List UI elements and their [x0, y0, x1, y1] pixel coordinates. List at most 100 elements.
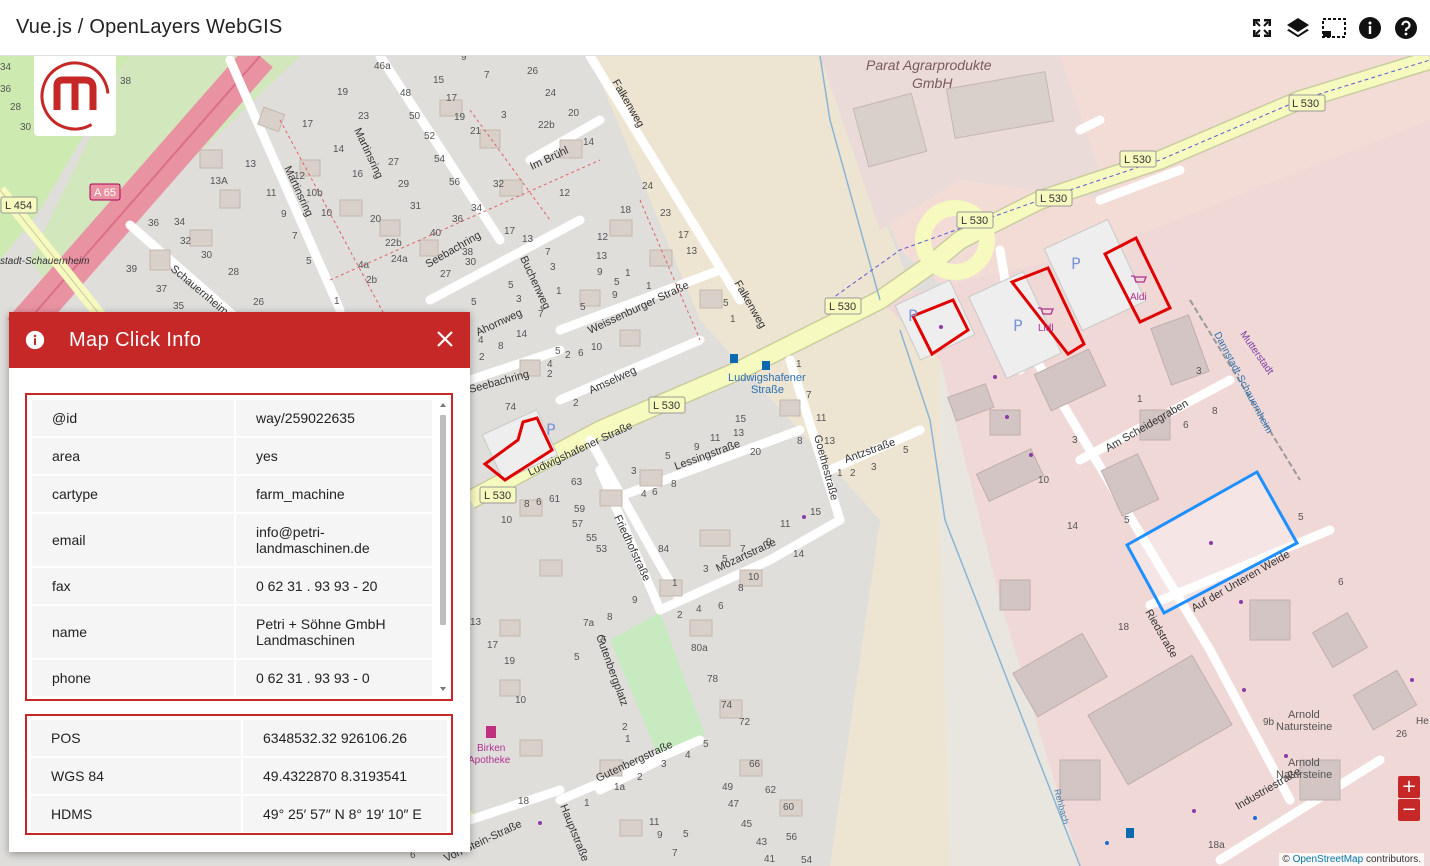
svg-text:36: 36 — [148, 218, 160, 229]
logo-m-icon — [40, 61, 110, 131]
svg-text:32: 32 — [180, 236, 192, 247]
svg-text:2: 2 — [850, 468, 856, 479]
svg-text:15: 15 — [810, 507, 822, 518]
layers-button[interactable] — [1284, 12, 1312, 44]
svg-text:6: 6 — [718, 601, 724, 612]
svg-text:6: 6 — [652, 487, 658, 498]
property-key: cartype — [32, 476, 234, 512]
svg-text:4a: 4a — [358, 260, 370, 271]
svg-text:11: 11 — [816, 413, 827, 424]
svg-text:28: 28 — [10, 102, 22, 113]
svg-text:9: 9 — [612, 290, 618, 301]
svg-text:26: 26 — [253, 297, 265, 308]
svg-text:38: 38 — [120, 76, 132, 87]
svg-text:23: 23 — [358, 111, 370, 122]
svg-text:60: 60 — [783, 802, 795, 813]
svg-text:2: 2 — [637, 772, 643, 783]
scrollbar[interactable] — [438, 401, 448, 693]
svg-text:10: 10 — [748, 572, 760, 583]
top-bar: Vue.js / OpenLayers WebGIS — [0, 0, 1430, 56]
panel-header: Map Click Info — [9, 312, 470, 368]
map-label-road: L 530 — [484, 490, 511, 502]
svg-text:5: 5 — [614, 277, 620, 288]
svg-text:8: 8 — [797, 436, 803, 447]
svg-text:56: 56 — [449, 177, 461, 188]
svg-text:27: 27 — [388, 157, 400, 168]
property-value: 0 62 31 . 93 93 - 0 — [236, 660, 432, 696]
osm-link[interactable]: OpenStreetMap — [1293, 854, 1364, 865]
svg-text:21: 21 — [470, 126, 482, 137]
svg-text:1: 1 — [837, 468, 843, 479]
svg-text:62: 62 — [765, 785, 777, 796]
svg-text:17: 17 — [302, 119, 314, 130]
help-icon — [1395, 17, 1417, 39]
svg-text:5: 5 — [555, 346, 561, 357]
svg-text:1: 1 — [584, 798, 590, 809]
svg-text:12: 12 — [559, 188, 571, 199]
svg-text:13: 13 — [733, 428, 745, 439]
svg-text:4: 4 — [641, 489, 647, 500]
property-key: email — [32, 514, 234, 566]
panel-title: Map Click Info — [69, 329, 202, 351]
svg-text:5: 5 — [703, 739, 709, 750]
svg-text:43: 43 — [756, 837, 768, 848]
svg-text:11: 11 — [266, 188, 277, 199]
info-button[interactable] — [1356, 12, 1384, 44]
svg-text:10: 10 — [501, 515, 513, 526]
svg-text:2: 2 — [677, 610, 683, 621]
svg-text:40: 40 — [430, 228, 442, 239]
svg-text:14: 14 — [793, 549, 805, 560]
svg-text:30: 30 — [465, 257, 477, 268]
svg-text:18: 18 — [518, 796, 530, 807]
table-row: area yes — [32, 438, 432, 474]
select-area-button[interactable] — [1320, 12, 1348, 44]
position-key: POS — [31, 720, 241, 756]
svg-text:1a: 1a — [614, 782, 626, 793]
svg-text:15: 15 — [735, 414, 747, 425]
svg-text:30: 30 — [201, 250, 213, 261]
zoom-out-button[interactable]: − — [1398, 799, 1420, 821]
position-key: HDMS — [31, 796, 241, 832]
svg-text:13: 13 — [470, 617, 482, 628]
svg-text:8: 8 — [738, 583, 744, 594]
svg-text:72: 72 — [739, 717, 751, 728]
svg-text:7: 7 — [484, 70, 490, 81]
svg-text:2: 2 — [573, 398, 579, 409]
svg-text:6: 6 — [1338, 577, 1344, 588]
svg-text:74: 74 — [505, 402, 517, 413]
properties-list[interactable]: @id way/259022635 area yes cartype farm_mac… — [25, 393, 453, 701]
position-key: WGS 84 — [31, 758, 241, 794]
svg-text:18: 18 — [1118, 622, 1130, 633]
map-label-poi: Arnold — [1288, 757, 1320, 769]
table-row: @id way/259022635 — [32, 400, 432, 436]
property-value: 0 62 31 . 93 93 - 20 — [236, 568, 432, 604]
svg-text:52: 52 — [424, 131, 436, 142]
position-table: POS 6348532.32 926106.26 WGS 84 49.4322870… — [29, 718, 449, 833]
svg-text:1: 1 — [334, 296, 340, 307]
zoom-in-button[interactable]: + — [1398, 776, 1420, 798]
attribution-prefix: © — [1282, 854, 1290, 865]
svg-text:3: 3 — [550, 262, 556, 273]
svg-text:3: 3 — [661, 759, 667, 770]
svg-text:36: 36 — [452, 214, 464, 225]
svg-text:7: 7 — [545, 247, 551, 258]
property-key: @id — [32, 400, 234, 436]
svg-text:11: 11 — [710, 433, 721, 444]
svg-text:17: 17 — [504, 226, 516, 237]
app-logo — [34, 56, 116, 136]
fullscreen-button[interactable] — [1248, 12, 1276, 44]
svg-text:13: 13 — [245, 159, 257, 170]
app-title: Vue.js / OpenLayers WebGIS — [16, 16, 283, 38]
svg-text:3: 3 — [871, 462, 877, 473]
help-button[interactable] — [1392, 12, 1420, 44]
toolbar — [1248, 12, 1420, 44]
property-key: name — [32, 606, 234, 658]
svg-text:9: 9 — [632, 595, 638, 606]
svg-text:8: 8 — [1212, 406, 1218, 417]
svg-text:2b: 2b — [366, 275, 378, 286]
svg-text:49: 49 — [722, 782, 734, 793]
table-row: email info@petri- landmaschinen.de — [32, 514, 432, 566]
close-icon[interactable] — [436, 330, 454, 348]
map-label-company2: GmbH — [912, 75, 953, 91]
map-label-road: L 530 — [829, 301, 856, 313]
